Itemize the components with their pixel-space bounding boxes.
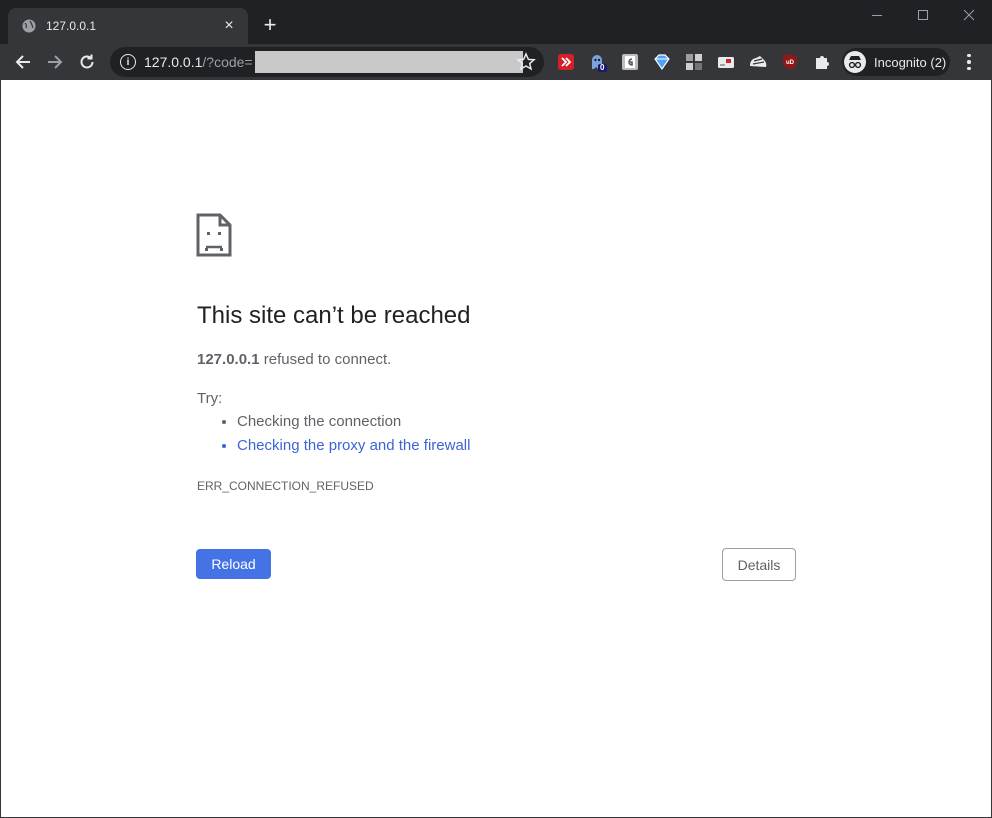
suggestion-list: Checking the connection Checking the pro… bbox=[237, 413, 470, 461]
maximize-icon bbox=[918, 10, 928, 20]
card-extension-icon[interactable] bbox=[716, 52, 736, 72]
close-icon bbox=[963, 9, 975, 21]
url-host: 127.0.0.1 bbox=[144, 54, 203, 70]
title-bar: 127.0.0.1 × + bbox=[0, 0, 992, 44]
sad-document-icon bbox=[196, 213, 232, 257]
refresh-icon bbox=[80, 54, 94, 69]
bookmark-star-icon[interactable] bbox=[516, 52, 536, 72]
details-button[interactable]: Details bbox=[722, 548, 796, 581]
back-arrow-icon bbox=[15, 55, 30, 69]
page-viewport: This site can’t be reached 127.0.0.1 ref… bbox=[1, 80, 991, 817]
error-message: 127.0.0.1 refused to connect. bbox=[197, 351, 391, 368]
puzzle-extensions-icon[interactable] bbox=[812, 52, 832, 72]
incognito-icon bbox=[844, 51, 866, 73]
diamond-extension-icon[interactable] bbox=[652, 52, 672, 72]
maximize-button[interactable] bbox=[900, 0, 946, 30]
minimize-icon bbox=[872, 15, 882, 16]
svg-text:uD: uD bbox=[786, 60, 795, 66]
ublock-origin-icon[interactable]: uD bbox=[780, 52, 800, 72]
grid-extension-icon[interactable] bbox=[684, 52, 704, 72]
browser-toolbar: i 127.0.0.1 /?code= 0 uD Incognito (2) bbox=[0, 44, 992, 80]
error-message-text: refused to connect. bbox=[259, 351, 392, 368]
forward-arrow-icon bbox=[48, 55, 63, 69]
minimize-button[interactable] bbox=[854, 0, 900, 30]
ghostery-icon[interactable]: 0 bbox=[588, 52, 608, 72]
redacted-url-segment bbox=[254, 51, 523, 73]
browser-menu-button[interactable] bbox=[958, 50, 980, 74]
reload-button[interactable]: Reload bbox=[196, 549, 271, 579]
incognito-profile-button[interactable]: Incognito (2) bbox=[842, 48, 950, 76]
shoe-extension-icon[interactable] bbox=[748, 52, 768, 72]
profile-label: Incognito (2) bbox=[874, 54, 947, 70]
close-window-button[interactable] bbox=[946, 0, 992, 30]
browser-tab[interactable]: 127.0.0.1 × bbox=[8, 8, 248, 44]
suggestion-proxy-firewall-link[interactable]: Checking the proxy and the firewall bbox=[237, 437, 470, 455]
tab-close-icon[interactable]: × bbox=[220, 17, 238, 35]
url-path: /?code= bbox=[202, 54, 253, 70]
back-button[interactable] bbox=[9, 48, 37, 76]
globe-icon bbox=[22, 19, 36, 33]
error-host: 127.0.0.1 bbox=[197, 351, 260, 368]
address-bar[interactable]: i 127.0.0.1 /?code= bbox=[110, 47, 544, 77]
extension-g-icon[interactable] bbox=[620, 52, 640, 72]
forward-button[interactable] bbox=[41, 48, 69, 76]
refresh-button[interactable] bbox=[73, 48, 101, 76]
readwise-icon[interactable] bbox=[556, 52, 576, 72]
tab-title: 127.0.0.1 bbox=[46, 19, 97, 33]
ghostery-badge-count: 0 bbox=[600, 63, 605, 72]
error-title: This site can’t be reached bbox=[197, 302, 471, 329]
error-code: ERR_CONNECTION_REFUSED bbox=[197, 479, 374, 493]
try-label: Try: bbox=[197, 390, 223, 407]
site-info-icon[interactable]: i bbox=[120, 54, 136, 70]
new-tab-button[interactable]: + bbox=[258, 14, 282, 38]
suggestion-check-connection: Checking the connection bbox=[237, 413, 470, 431]
